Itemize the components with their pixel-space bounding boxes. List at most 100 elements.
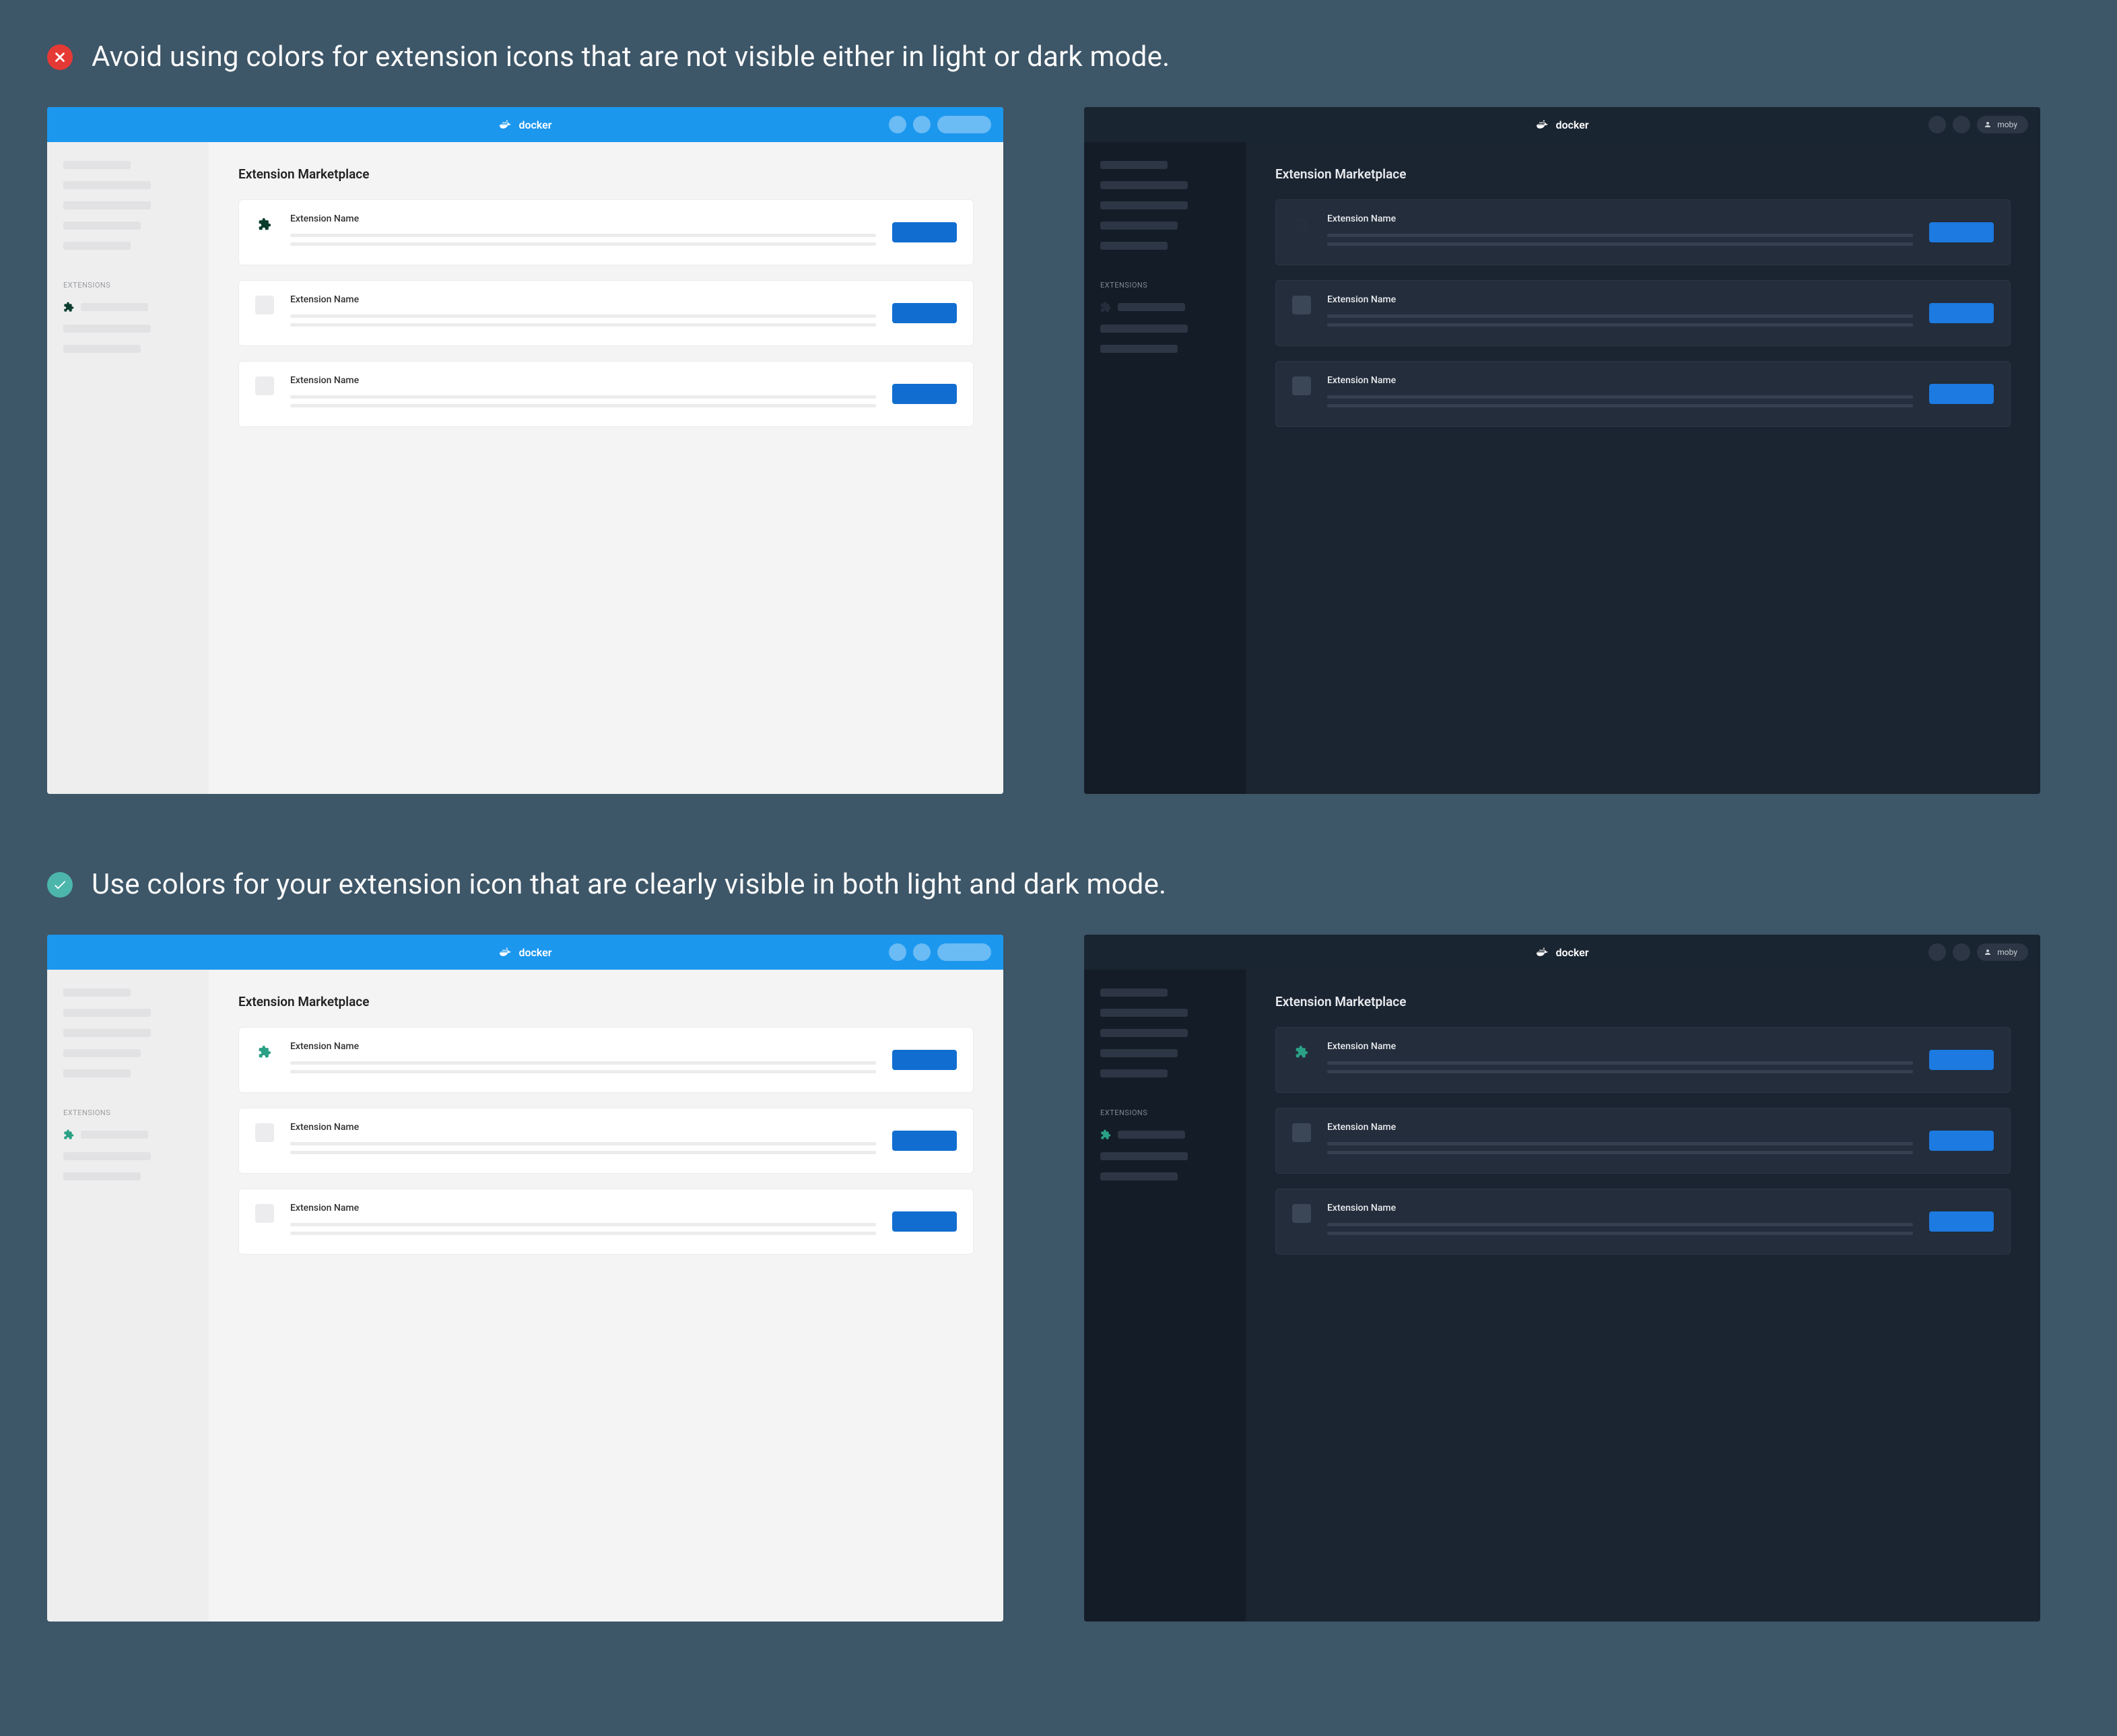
extension-card: Extension Name [238, 1189, 974, 1255]
extension-card-title: Extension Name [1327, 1041, 1913, 1052]
titlebar-pill[interactable] [937, 943, 991, 961]
nav-item-placeholder[interactable] [1100, 1152, 1188, 1160]
nav-item-placeholder[interactable] [1100, 1049, 1178, 1057]
install-button[interactable] [892, 1050, 957, 1070]
guidance-row-dont: Avoid using colors for extension icons t… [47, 40, 2070, 73]
titlebar-dot-icon[interactable] [1953, 116, 1970, 133]
sidebar-section-label: EXTENSIONS [63, 281, 193, 290]
extension-card: Extension Name [1275, 280, 2011, 346]
extension-card: Extension Name [238, 1027, 974, 1093]
nav-item-placeholder[interactable] [1100, 201, 1188, 209]
titlebar-dot-icon[interactable] [1928, 116, 1946, 133]
titlebar: docker moby [1084, 107, 2040, 142]
extension-card-icon [255, 215, 274, 234]
page-title: Extension Marketplace [1275, 994, 2011, 1009]
install-button[interactable] [892, 303, 957, 323]
nav-item-placeholder[interactable] [1100, 1029, 1188, 1037]
nav-item-placeholder[interactable] [63, 242, 131, 250]
extension-card-icon [255, 1204, 274, 1223]
nav-item-placeholder[interactable] [63, 222, 141, 230]
titlebar-dot-icon[interactable] [913, 116, 931, 133]
nav-item-placeholder[interactable] [1100, 181, 1188, 189]
extension-card: Extension Name [238, 1108, 974, 1174]
extension-card: Extension Name [1275, 361, 2011, 427]
user-pill[interactable]: moby [1977, 116, 2028, 133]
install-button[interactable] [1929, 1050, 1994, 1070]
mock-light-dont: docker EXTENSIONS [47, 107, 1003, 794]
titlebar-pill[interactable] [937, 116, 991, 133]
nav-item-placeholder[interactable] [63, 1009, 151, 1017]
nav-item-placeholder[interactable] [63, 325, 151, 333]
docker-logo: docker [498, 945, 551, 960]
nav-item-placeholder[interactable] [1100, 1172, 1178, 1180]
titlebar-dot-icon[interactable] [889, 943, 906, 961]
nav-item-placeholder[interactable] [63, 201, 151, 209]
nav-item-placeholder[interactable] [63, 1029, 151, 1037]
nav-item-placeholder[interactable] [1100, 161, 1168, 169]
main-content: Extension Marketplace Extension Name [209, 970, 1003, 1622]
user-label: moby [1997, 120, 2017, 129]
sidebar-extension-item[interactable] [1100, 1129, 1230, 1140]
extension-card-icon [1292, 376, 1311, 395]
main-content: Extension Marketplace Extension Name [1246, 970, 2040, 1622]
nav-item-placeholder[interactable] [1100, 1069, 1168, 1077]
nav-item-placeholder[interactable] [1100, 345, 1178, 353]
text-placeholder-line [1327, 1223, 1913, 1226]
titlebar-dot-icon[interactable] [913, 943, 931, 961]
titlebar-dot-icon[interactable] [1953, 943, 1970, 961]
install-button[interactable] [1929, 384, 1994, 404]
titlebar: docker [47, 935, 1003, 970]
sidebar: EXTENSIONS [47, 970, 209, 1622]
sidebar-extension-item[interactable] [63, 1129, 193, 1140]
nav-item-placeholder[interactable] [1100, 222, 1178, 230]
install-button[interactable] [892, 222, 957, 242]
text-placeholder-line [290, 1151, 876, 1154]
extension-puzzle-icon [1100, 302, 1111, 312]
nav-item-placeholder[interactable] [63, 181, 151, 189]
extension-card-title: Extension Name [290, 213, 876, 224]
install-button[interactable] [1929, 222, 1994, 242]
user-pill[interactable]: moby [1977, 943, 2028, 961]
extension-card-title: Extension Name [290, 375, 876, 386]
extension-card-title: Extension Name [1327, 375, 1913, 386]
sidebar-extension-item[interactable] [1100, 302, 1230, 312]
text-placeholder-line [290, 1223, 876, 1226]
text-placeholder-line [290, 242, 876, 246]
mock-light-do: docker EXTENSIONS [47, 935, 1003, 1622]
titlebar-dot-icon[interactable] [889, 116, 906, 133]
nav-item-placeholder[interactable] [1100, 989, 1168, 997]
extension-card-icon [1292, 215, 1311, 234]
extension-puzzle-icon [63, 302, 74, 312]
nav-item-placeholder [1118, 1131, 1185, 1139]
titlebar: docker [47, 107, 1003, 142]
nav-item-placeholder[interactable] [63, 1172, 141, 1180]
extension-card-icon [255, 1042, 274, 1061]
nav-item-placeholder[interactable] [63, 1152, 151, 1160]
titlebar-dot-icon[interactable] [1928, 943, 1946, 961]
text-placeholder-line [290, 404, 876, 407]
text-placeholder-line [1327, 1232, 1913, 1235]
nav-item-placeholder[interactable] [1100, 1009, 1188, 1017]
page-title: Extension Marketplace [238, 166, 974, 182]
titlebar-actions [889, 943, 991, 961]
nav-item-placeholder[interactable] [1100, 325, 1188, 333]
nav-item-placeholder[interactable] [63, 345, 141, 353]
nav-item-placeholder[interactable] [63, 989, 131, 997]
mock-dark-dont: docker moby EXTE [1084, 107, 2040, 794]
install-button[interactable] [1929, 1211, 1994, 1232]
nav-item-placeholder[interactable] [63, 1049, 141, 1057]
text-placeholder-line [1327, 1151, 1913, 1154]
extension-card-title: Extension Name [290, 1122, 876, 1133]
sidebar-extension-item[interactable] [63, 302, 193, 312]
extension-card-icon [1292, 1123, 1311, 1142]
extension-card-title: Extension Name [290, 294, 876, 305]
nav-item-placeholder[interactable] [63, 1069, 131, 1077]
extension-puzzle-icon [63, 1129, 74, 1140]
install-button[interactable] [892, 384, 957, 404]
install-button[interactable] [1929, 303, 1994, 323]
install-button[interactable] [892, 1131, 957, 1151]
install-button[interactable] [892, 1211, 957, 1232]
nav-item-placeholder[interactable] [63, 161, 131, 169]
install-button[interactable] [1929, 1131, 1994, 1151]
nav-item-placeholder[interactable] [1100, 242, 1168, 250]
